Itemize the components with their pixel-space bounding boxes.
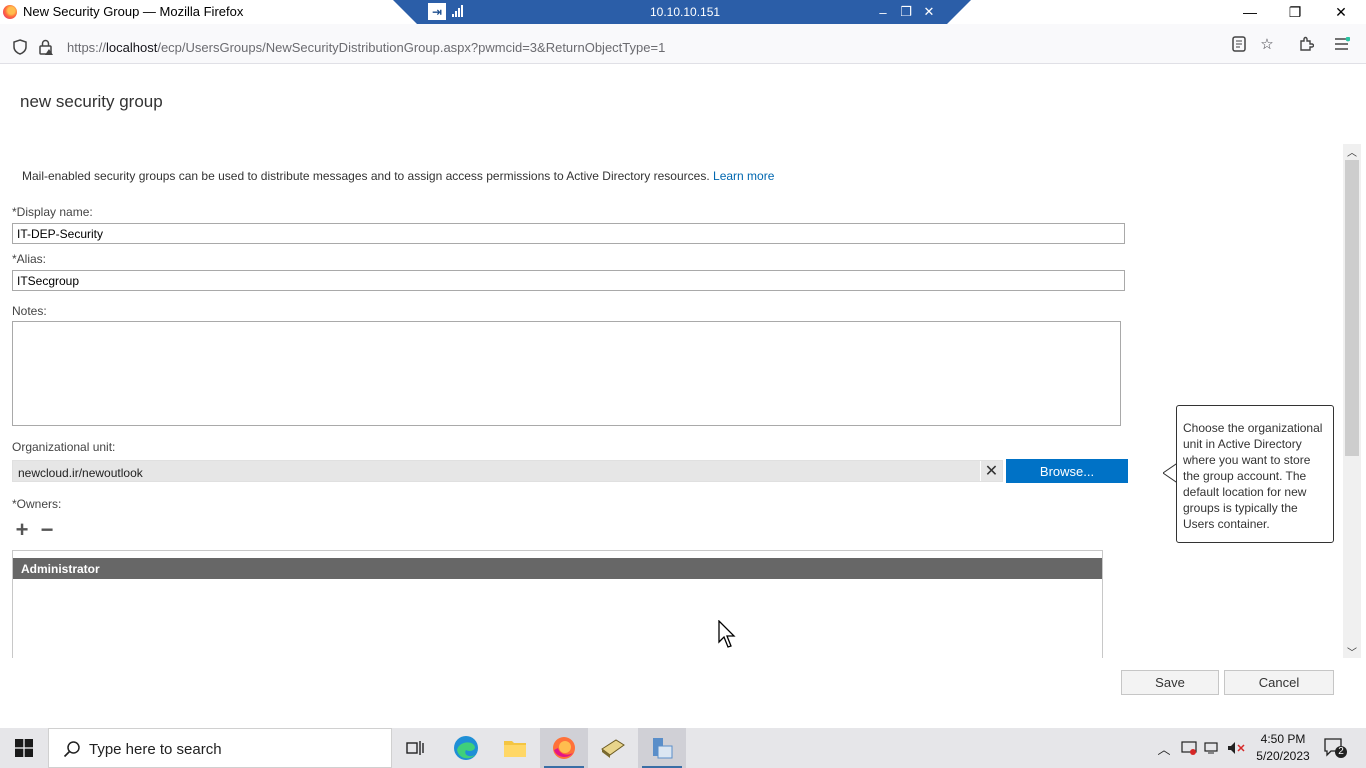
bookmark-star-icon[interactable]: ☆ <box>1257 34 1277 54</box>
network-icon[interactable] <box>1203 728 1221 768</box>
extensions-icon[interactable] <box>1296 34 1316 54</box>
notification-count: 2 <box>1338 746 1344 757</box>
windows-taskbar: Type here to search ︿ 4:50 PM 5/20/2023 … <box>0 728 1366 768</box>
owner-list-item[interactable]: Administrator <box>13 558 1102 579</box>
url-text[interactable]: https://localhost/ecp/UsersGroups/NewSec… <box>67 40 665 55</box>
minimize-button[interactable]: — <box>1227 0 1273 24</box>
learn-more-link[interactable]: Learn more <box>713 169 774 183</box>
scroll-thumb[interactable] <box>1345 160 1359 456</box>
description-body: Mail-enabled security groups can be used… <box>22 169 710 183</box>
notepad-app-icon[interactable] <box>589 728 637 768</box>
windows-logo-icon <box>15 739 33 757</box>
browser-toolbar: https://localhost/ecp/UsersGroups/NewSec… <box>0 24 1366 64</box>
form-scrollbar[interactable]: ︿ ﹀ <box>1343 144 1361 659</box>
search-placeholder: Type here to search <box>89 741 222 758</box>
volume-muted-icon[interactable] <box>1226 728 1246 768</box>
show-hidden-icons-chevron-icon[interactable]: ︿ <box>1155 728 1173 768</box>
organizational-unit-label: Organizational unit: <box>12 440 116 454</box>
rdp-restore-button[interactable]: ❐ <box>897 3 915 21</box>
clock-date: 5/20/2023 <box>1256 749 1310 763</box>
server-manager-icon[interactable] <box>638 728 686 768</box>
organizational-unit-field: newcloud.ir/newoutlook ✕ <box>12 460 1003 482</box>
notes-textarea[interactable] <box>12 321 1121 426</box>
add-owner-icon[interactable]: + <box>12 517 32 542</box>
reader-view-icon[interactable] <box>1229 34 1249 54</box>
firefox-taskbar-icon[interactable] <box>540 728 588 768</box>
save-button[interactable]: Save <box>1121 670 1219 695</box>
edge-browser-icon[interactable] <box>442 728 490 768</box>
close-button[interactable]: ✕ <box>1318 0 1364 24</box>
page-title: new security group <box>20 92 163 111</box>
url-bar[interactable]: https://localhost/ecp/UsersGroups/NewSec… <box>0 27 1220 61</box>
alias-label: *Alias: <box>12 252 47 266</box>
organizational-unit-value: newcloud.ir/newoutlook <box>18 466 143 480</box>
mouse-cursor-icon <box>718 620 736 648</box>
network-alert-icon[interactable] <box>1180 728 1198 768</box>
window-title: New Security Group — Mozilla Firefox <box>23 4 244 19</box>
clear-icon[interactable]: ✕ <box>980 461 1002 481</box>
menu-hamburger-icon[interactable] <box>1332 34 1352 54</box>
lock-warning-icon[interactable] <box>38 38 54 56</box>
signal-strength-icon <box>452 5 463 17</box>
action-center-icon[interactable]: 2 <box>1322 736 1348 760</box>
owners-list: Administrator <box>12 550 1103 658</box>
display-name-input[interactable] <box>12 223 1125 244</box>
search-icon <box>63 741 80 758</box>
task-view-icon[interactable] <box>392 728 440 768</box>
firefox-logo-icon <box>3 5 17 19</box>
taskbar-search-box[interactable]: Type here to search <box>48 728 392 768</box>
tracking-protection-shield-icon[interactable] <box>13 39 27 55</box>
notes-label: Notes: <box>12 304 47 318</box>
restore-button[interactable]: ❐ <box>1272 0 1318 24</box>
description-text: Mail-enabled security groups can be used… <box>22 169 774 183</box>
scroll-up-icon[interactable]: ︿ <box>1343 144 1361 159</box>
clock-time: 4:50 PM <box>1260 732 1306 746</box>
rdp-minimize-button[interactable]: – <box>874 3 892 21</box>
display-name-label: *Display name: <box>12 205 93 219</box>
rdp-host-name: 10.10.10.151 <box>650 5 721 19</box>
start-button[interactable] <box>0 728 48 768</box>
pin-icon[interactable]: ⇥ <box>428 3 446 20</box>
owners-label: *Owners: <box>12 497 62 511</box>
scroll-down-icon[interactable]: ﹀ <box>1343 644 1361 659</box>
alias-input[interactable] <box>12 270 1125 291</box>
file-explorer-icon[interactable] <box>491 728 539 768</box>
taskbar-clock[interactable]: 4:50 PM 5/20/2023 <box>1250 731 1316 765</box>
help-callout: Choose the organizational unit in Active… <box>1176 405 1334 543</box>
remove-owner-icon[interactable]: − <box>37 517 57 542</box>
browse-button[interactable]: Browse... <box>1006 459 1128 483</box>
cancel-button[interactable]: Cancel <box>1224 670 1334 695</box>
rdp-close-button[interactable]: ✕ <box>920 3 938 21</box>
